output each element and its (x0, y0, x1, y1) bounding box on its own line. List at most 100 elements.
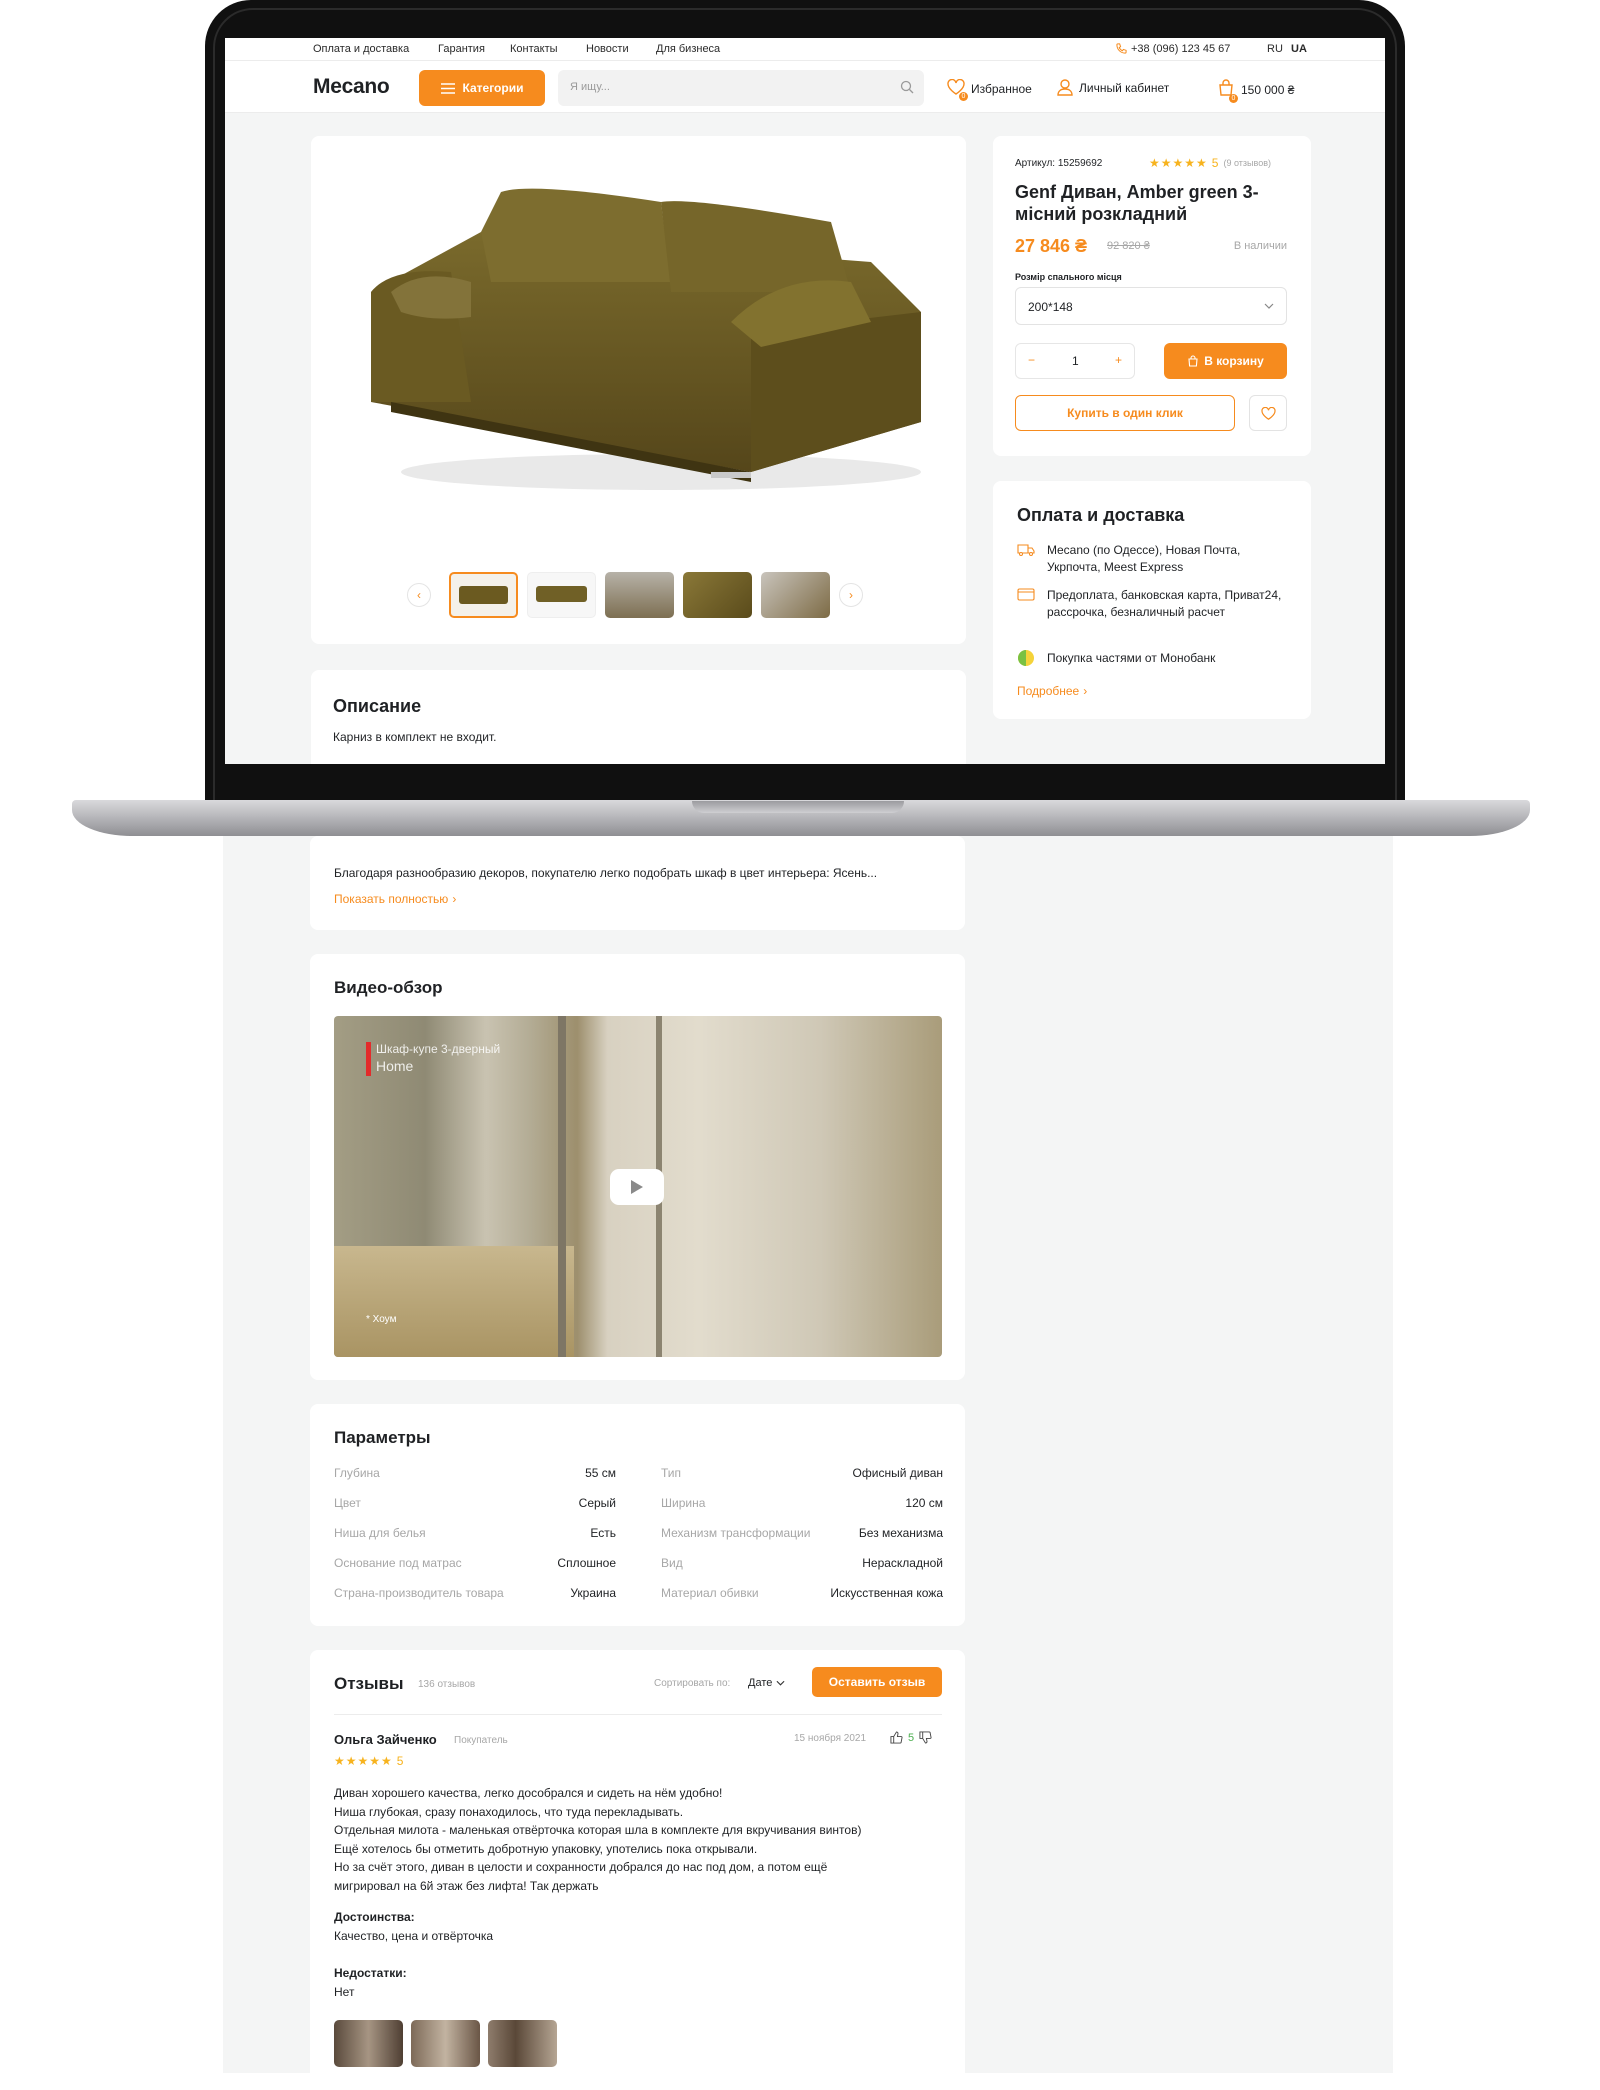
rating-stars: ★★★★★ (1149, 156, 1208, 170)
param-value: Украина (570, 1586, 616, 1600)
add-to-cart-button[interactable]: В корзину (1164, 343, 1287, 379)
lang-ua[interactable]: UA (1291, 43, 1307, 55)
review-photo-2[interactable] (411, 2020, 480, 2067)
size-select[interactable]: 200*148 (1015, 287, 1287, 325)
sort-select[interactable]: Дате (748, 1677, 785, 1689)
params-card: Параметры Глубина 55 см Цвет Серый Ниша для … (310, 1404, 965, 1626)
chevron-down-icon (776, 1680, 785, 1686)
review-text-line: мигрировал на 6й этаж без лифта! Так дер… (334, 1878, 599, 1893)
play-button[interactable] (610, 1169, 664, 1205)
review-text-line: Ниша глубокая, сразу понаходилось, что т… (334, 1804, 684, 1819)
card-icon (1017, 588, 1035, 601)
cart-count: 0 (1229, 94, 1238, 103)
thumbs-up-icon[interactable] (890, 1731, 903, 1744)
search-placeholder: Я ищу... (570, 81, 610, 93)
buy-one-click-button[interactable]: Купить в один клик (1015, 395, 1235, 431)
review-cons: Нет (334, 1985, 355, 1999)
product-buy-box: Артикул: 15259692 ★★★★★ 5 (9 отзывов) Ge… (993, 136, 1311, 456)
favorites-link[interactable]: 0 Избранное (947, 78, 1032, 101)
chevron-right-icon: › (452, 892, 457, 906)
description-card-top: Описание Карниз в комплект не входит. (311, 670, 966, 764)
chevron-left-icon: ‹ (417, 588, 421, 602)
review-role: Покупатель (454, 1735, 508, 1746)
delivery-more-link[interactable]: Подробнее › (1017, 684, 1087, 698)
qty-decrease-button[interactable]: − (1028, 353, 1035, 367)
qty-increase-button[interactable]: + (1115, 353, 1122, 367)
param-label: Глубина (334, 1466, 380, 1480)
param-value: 55 см (585, 1466, 616, 1480)
categories-button[interactable]: Категории (419, 70, 545, 106)
params-right-column: Тип Офисный диван Ширина 120 см Механизм тра… (661, 1466, 943, 1616)
description-text-1: Карниз в комплект не входит. (333, 730, 497, 744)
video-player[interactable]: Шкаф-купе 3-дверный Home * Хоум (334, 1016, 942, 1357)
review-rating: ★★★★★ 5 (334, 1754, 404, 1768)
review-rating-value: 5 (396, 1754, 405, 1768)
top-bar: Оплата и доставка Гарантия Контакты Ново… (225, 38, 1385, 61)
param-row: Цвет Серый (334, 1496, 616, 1526)
cart-total: 150 000 ₴ (1241, 82, 1295, 97)
leave-review-button[interactable]: Оставить отзыв (812, 1667, 942, 1697)
lang-ru[interactable]: RU (1267, 43, 1283, 55)
show-all-label: Показать полностью (334, 892, 449, 906)
size-select-value: 200*148 (1028, 300, 1073, 314)
topbar-link-contacts[interactable]: Контакты (510, 43, 558, 55)
delivery-title: Оплата и доставка (1017, 505, 1185, 525)
site-header: Mecano Категории Я ищу... 0 Избранное Ли… (225, 61, 1385, 113)
thumbnail-4[interactable] (683, 572, 752, 618)
param-value: Сплошное (557, 1556, 616, 1570)
param-row: Материал обивки Искусственная кожа (661, 1586, 943, 1616)
search-icon[interactable] (900, 80, 914, 94)
topbar-link-warranty[interactable]: Гарантия (438, 43, 485, 55)
monobank-icon (1018, 650, 1034, 666)
review-author: Ольга Зайченко (334, 1732, 437, 1747)
next-thumbnail-button[interactable]: › (839, 583, 863, 607)
chevron-right-icon: › (849, 588, 853, 602)
truck-icon (1017, 544, 1035, 556)
review-photo-3[interactable] (488, 2020, 557, 2067)
delivery-item-installments: Покупка частями от Монобанк (1047, 651, 1216, 665)
chevron-down-icon (1264, 303, 1274, 309)
param-label: Материал обивки (661, 1586, 759, 1600)
sort-value: Дате (748, 1677, 773, 1689)
param-row: Основание под матрас Сплошное (334, 1556, 616, 1586)
review-photo-1[interactable] (334, 2020, 403, 2067)
laptop-screen: Оплата и доставка Гарантия Контакты Ново… (225, 38, 1385, 764)
param-row: Ниша для белья Есть (334, 1526, 616, 1556)
reviews-card: Отзывы 136 отзывов Сортировать по: Дате … (310, 1650, 965, 2090)
heart-icon (1260, 406, 1276, 420)
show-all-link[interactable]: Показать полностью › (334, 892, 456, 906)
review-pros: Качество, цена и отвёрточка (334, 1929, 494, 1943)
account-label: Личный кабинет (1079, 80, 1170, 95)
rating-value: 5 (1211, 156, 1220, 170)
thumbnail-2[interactable] (527, 572, 596, 618)
reviews-count: 136 отзывов (418, 1679, 476, 1690)
video-floor (334, 1246, 574, 1357)
review-date: 15 ноября 2021 (794, 1733, 867, 1744)
add-to-favorites-button[interactable] (1249, 395, 1287, 431)
phone-link[interactable]: +38 (096) 123 45 67 (1131, 43, 1230, 55)
thumbnail-3[interactable] (605, 572, 674, 618)
topbar-link-payment[interactable]: Оплата и доставка (313, 43, 409, 55)
product-rating[interactable]: ★★★★★ 5 (9 отзывов) (1149, 156, 1271, 170)
param-row: Глубина 55 см (334, 1466, 616, 1496)
account-link[interactable]: Личный кабинет (1057, 79, 1169, 96)
logo[interactable]: Mecano (313, 75, 390, 99)
thumbnail-5[interactable] (761, 572, 830, 618)
param-row: Тип Офисный диван (661, 1466, 943, 1496)
product-image-sofa[interactable] (331, 172, 946, 502)
quantity-stepper: − 1 + (1015, 343, 1135, 379)
topbar-link-news[interactable]: Новости (586, 43, 629, 55)
param-value: Есть (590, 1526, 616, 1540)
param-row: Страна-производитель товара Украина (334, 1586, 616, 1616)
topbar-link-business[interactable]: Для бизнеса (656, 43, 720, 55)
param-label: Ширина (661, 1496, 706, 1510)
qty-value[interactable]: 1 (1072, 354, 1079, 368)
cart-link[interactable]: 0 150 000 ₴ (1217, 79, 1295, 103)
thumbnail-1[interactable] (449, 572, 518, 618)
video-caption: * Хоум (366, 1314, 397, 1325)
prev-thumbnail-button[interactable]: ‹ (407, 583, 431, 607)
video-title: Видео-обзор (334, 978, 443, 997)
search-input[interactable]: Я ищу... (558, 70, 924, 106)
thumbs-down-icon[interactable] (919, 1731, 932, 1744)
param-value: 120 см (905, 1496, 943, 1510)
